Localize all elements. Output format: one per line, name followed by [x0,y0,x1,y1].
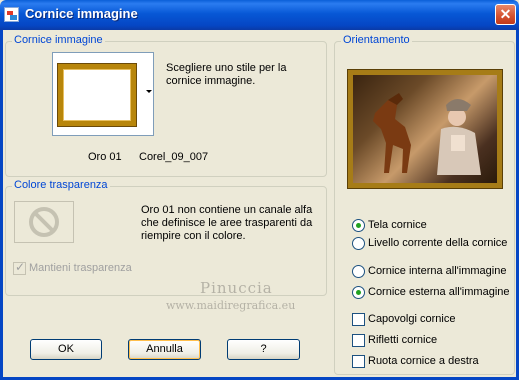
radio-frame-inside[interactable] [352,265,365,278]
radio-frame-outside[interactable] [352,286,365,299]
radio-canvas-frame[interactable] [352,219,365,232]
watermark-title: Pinuccia [200,279,273,297]
keep-transparency-checkbox[interactable]: ✓ [13,260,26,275]
transparency-group-legend: Colore trasparenza [12,179,110,191]
watermark-url: www.maidiregrafica.eu [166,299,296,312]
mirror-frame-label: Rifletti cornice [368,334,438,346]
radio-canvas-frame-label: Tela cornice [368,219,427,231]
flip-frame-checkbox[interactable] [352,313,365,326]
window-border-left [0,30,3,380]
radio-current-layer[interactable] [352,237,365,250]
frame-group-legend: Cornice immagine [12,34,105,46]
radio-dot [356,223,361,228]
keep-transparency-label: Mantieni trasparenza [29,262,132,274]
frame-file-name: Corel_09_007 [139,151,209,163]
radio-frame-outside-label: Cornice esterna all'immagine [368,286,510,298]
radio-frame-inside-label: Cornice interna all'immagine [368,265,507,277]
mirror-frame-checkbox[interactable] [352,334,365,347]
frame-style-name: Oro 01 [88,151,122,163]
prohibited-icon [29,207,59,237]
flip-frame-label: Capovolgi cornice [368,313,456,325]
title-bar[interactable]: Cornice immagine ✕ [0,0,519,30]
transparency-color-swatch [14,201,74,243]
close-button[interactable]: ✕ [495,4,516,25]
help-button[interactable]: ? [227,339,300,360]
checkmark-icon: ✓ [15,260,26,274]
ok-button[interactable]: OK [30,339,102,360]
app-icon [4,7,19,22]
frame-style-picker[interactable] [52,52,154,136]
chevron-down-icon[interactable] [146,90,152,93]
frame-preview-icon [57,63,137,127]
cancel-button[interactable]: Annulla [128,339,201,360]
radio-dot [356,290,361,295]
frame-description: Scegliere uno stile per la cornice immag… [166,62,287,87]
horse-and-woman-picture [373,93,481,175]
rotate-frame-checkbox[interactable] [352,355,365,368]
radio-current-layer-label: Livello corrente della cornice [368,237,508,249]
transparency-message: Oro 01 non contiene un canale alfa che d… [141,204,313,242]
orientation-preview-image [347,69,503,189]
orientation-group-legend: Orientamento [341,34,412,46]
window-title: Cornice immagine [25,6,138,21]
rotate-frame-label: Ruota cornice a destra [368,355,479,367]
